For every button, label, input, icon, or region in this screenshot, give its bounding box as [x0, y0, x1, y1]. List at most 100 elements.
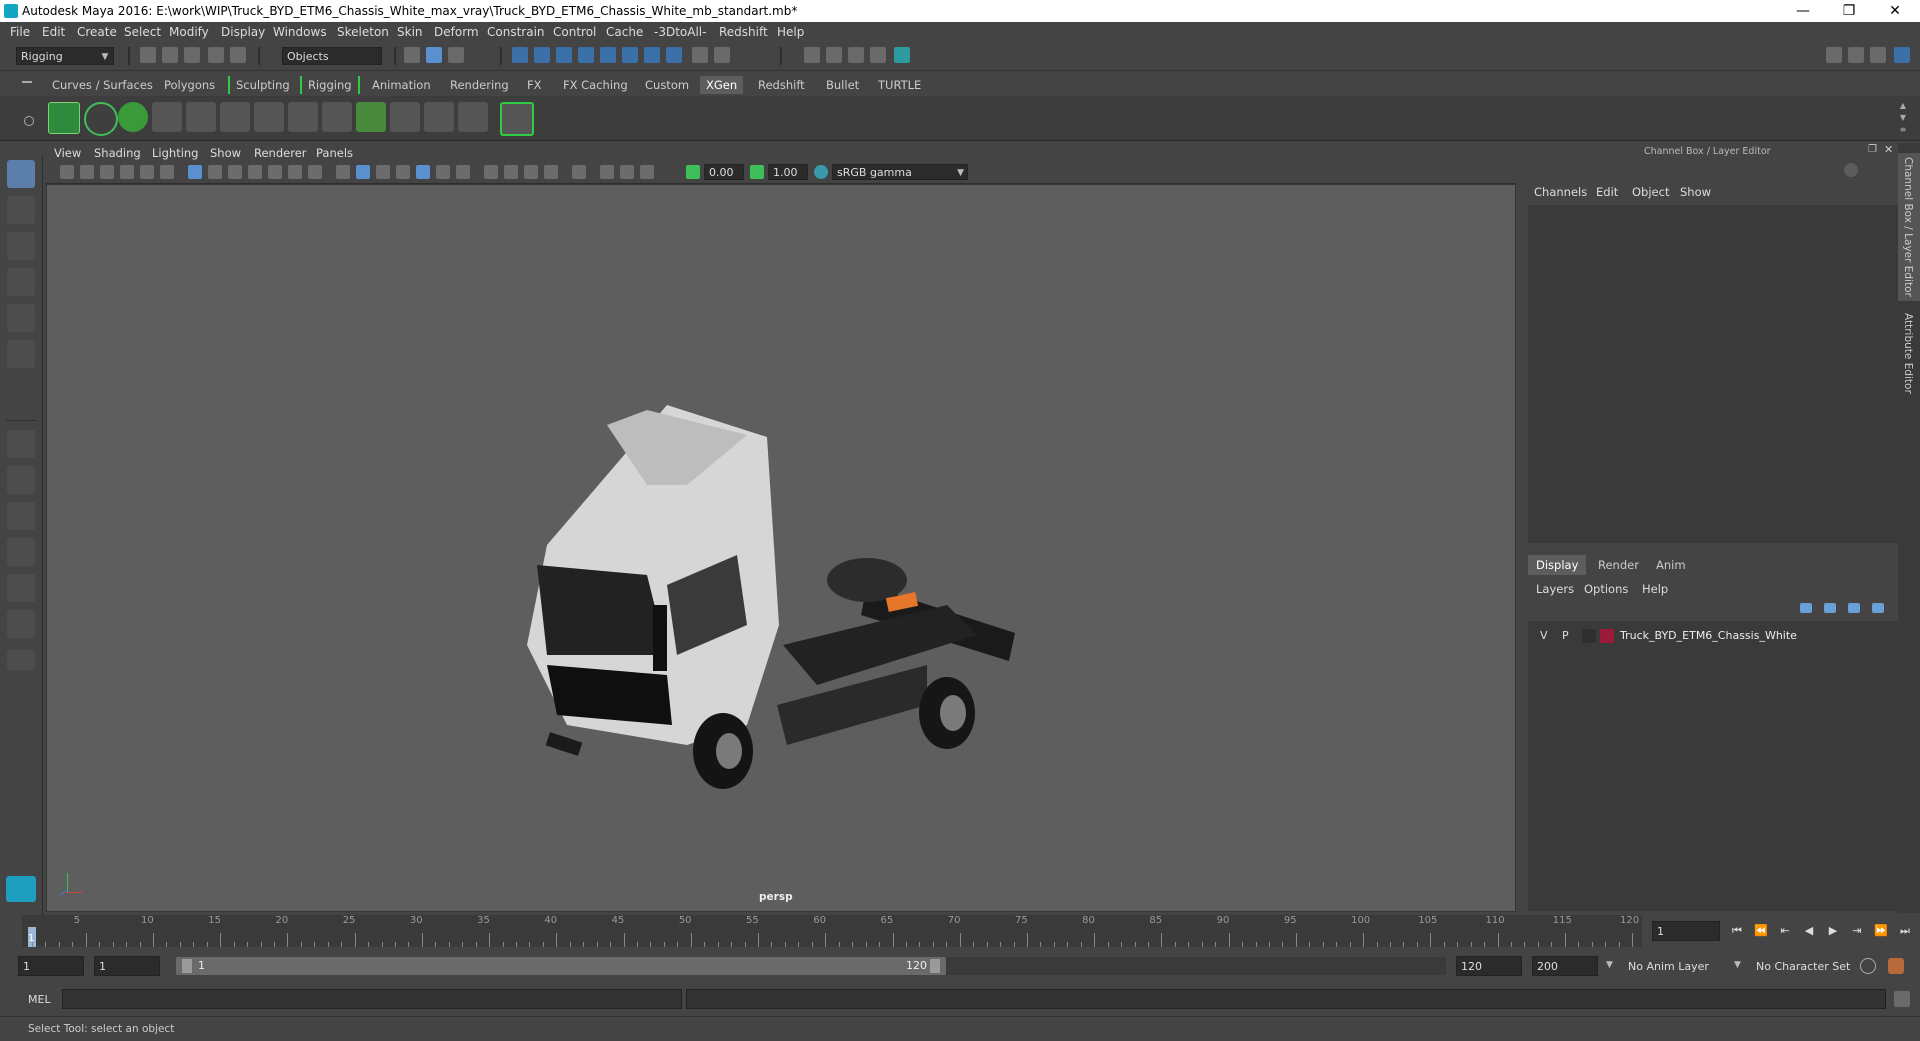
script-editor-icon[interactable]	[1894, 991, 1910, 1007]
menu-control[interactable]: Control	[553, 25, 596, 39]
tab-curves-surfaces[interactable]: Curves / Surfaces	[46, 76, 159, 94]
workspace-icon[interactable]	[1826, 47, 1842, 63]
step-forward-frame-icon[interactable]: ⏩	[1874, 924, 1888, 938]
menu-constrain[interactable]: Constrain	[487, 25, 545, 39]
menu-redshift[interactable]: Redshift	[719, 25, 768, 39]
grease-pencil-icon[interactable]	[160, 165, 174, 179]
go-to-start-icon[interactable]: ⏮	[1730, 924, 1744, 938]
menu-skin[interactable]: Skin	[397, 25, 423, 39]
shelf-options-icon[interactable]	[24, 116, 34, 126]
step-back-frame-icon[interactable]: ⏪	[1754, 924, 1768, 938]
new-layer-from-selected-icon[interactable]	[1872, 603, 1884, 613]
select-object-icon[interactable]	[426, 47, 442, 63]
show-menu[interactable]: Show	[1680, 185, 1711, 199]
tab-custom[interactable]: Custom	[639, 76, 695, 94]
persp-graph-layout-icon[interactable]	[7, 538, 35, 566]
tab-sculpting[interactable]: Sculpting	[228, 76, 296, 94]
playback-end-field[interactable]: 120	[1456, 956, 1522, 976]
xgen-lock-icon[interactable]	[288, 102, 318, 132]
shadows-icon[interactable]	[456, 165, 470, 179]
sidebar-tab-channel-box[interactable]: Channel Box / Layer Editor	[1902, 157, 1914, 297]
layer-visibility-toggle[interactable]: V	[1540, 629, 1548, 642]
menu-deform[interactable]: Deform	[434, 25, 479, 39]
go-to-end-icon[interactable]: ⏭	[1898, 924, 1912, 938]
layout-menu-icon[interactable]	[7, 650, 35, 670]
select-tool-icon[interactable]	[7, 160, 35, 188]
menu-help[interactable]: Help	[777, 25, 804, 39]
chevron-down-icon[interactable]: ▼	[1606, 960, 1613, 970]
xgen-guide-move-icon[interactable]	[220, 102, 250, 132]
playback-start-field[interactable]: 1	[94, 956, 160, 976]
snap-live-icon[interactable]	[644, 47, 660, 63]
chevron-down-icon[interactable]: ▼	[1734, 960, 1741, 970]
xray-active-icon[interactable]	[620, 165, 634, 179]
viewport-menu-renderer[interactable]: Renderer	[254, 146, 307, 160]
xgen-layers-icon[interactable]	[356, 102, 386, 132]
layer-tab-anim[interactable]: Anim	[1648, 555, 1694, 575]
wireframe-on-shaded-icon[interactable]	[396, 165, 410, 179]
menu-3dtoall[interactable]: -3DtoAll-	[654, 25, 706, 39]
xgen-guides-icon[interactable]	[152, 102, 182, 132]
hypershade-icon[interactable]	[894, 47, 910, 63]
range-end-handle[interactable]	[930, 959, 940, 973]
tab-rendering[interactable]: Rendering	[444, 76, 515, 94]
colorspace-dropdown[interactable]: sRGB gamma ▼	[832, 164, 968, 180]
history-icon[interactable]	[666, 47, 682, 63]
layer-name[interactable]: Truck_BYD_ETM6_Chassis_White	[1620, 629, 1797, 642]
bookmark-icon[interactable]	[100, 165, 114, 179]
close-panel-icon[interactable]: ✕	[1884, 143, 1893, 156]
gamma-icon[interactable]	[750, 165, 764, 179]
character-set-dropdown[interactable]: No Character Set	[1756, 960, 1850, 973]
layer-tab-render[interactable]: Render	[1590, 555, 1647, 575]
select-hierarchy-icon[interactable]	[404, 47, 420, 63]
menu-select[interactable]: Select	[124, 25, 161, 39]
perspective-viewport[interactable]: persp	[46, 184, 1516, 912]
layer-row[interactable]: V P Truck_BYD_ETM6_Chassis_White	[1534, 627, 1894, 645]
safe-action-icon[interactable]	[288, 165, 302, 179]
scale-tool-icon[interactable]	[7, 340, 35, 368]
modeling-toolkit-icon[interactable]	[1894, 47, 1910, 63]
render-frame-icon[interactable]	[826, 47, 842, 63]
wireframe-icon[interactable]	[336, 165, 350, 179]
camera-attributes-icon[interactable]	[80, 165, 94, 179]
shelf-scroll-arrows-icon[interactable]: ▲ ▼ ≡	[1898, 100, 1908, 136]
input-ops-icon[interactable]	[714, 47, 730, 63]
auto-key-icon[interactable]	[1860, 958, 1876, 974]
custom-layout-icon[interactable]	[7, 610, 35, 638]
xgen-description-icon[interactable]	[118, 102, 148, 132]
current-frame-field[interactable]: 1	[1652, 921, 1720, 941]
textured-icon[interactable]	[416, 165, 430, 179]
toggle-layout-icon[interactable]	[1848, 47, 1864, 63]
layer-color-swatch[interactable]	[1600, 629, 1614, 643]
menu-create[interactable]: Create	[77, 25, 117, 39]
snap-point-icon[interactable]	[556, 47, 572, 63]
image-plane-icon[interactable]	[120, 165, 134, 179]
2d-pan-zoom-icon[interactable]	[140, 165, 154, 179]
snap-curve-icon[interactable]	[534, 47, 550, 63]
time-slider[interactable]: 1 5 10 15 20 25 30 35 40 45 50 55 60 65 70 75 80 85 90 95 1…	[22, 915, 1642, 947]
undo-icon[interactable]	[208, 47, 224, 63]
exposure-icon[interactable]	[686, 165, 700, 179]
snap-grid-icon[interactable]	[512, 47, 528, 63]
select-component-icon[interactable]	[448, 47, 464, 63]
minimize-button[interactable]: —	[1780, 0, 1826, 22]
xray-icon[interactable]	[600, 165, 614, 179]
channels-menu[interactable]: Channels	[1534, 185, 1587, 199]
tab-polygons[interactable]: Polygons	[158, 76, 221, 94]
xgen-sculpt-guides-icon[interactable]	[322, 102, 352, 132]
persp-outliner-layout-icon[interactable]	[7, 502, 35, 530]
xgen-guide-length-icon[interactable]	[254, 102, 284, 132]
help-menu[interactable]: Help	[1642, 582, 1668, 596]
range-start-handle[interactable]	[182, 959, 192, 973]
menu-file[interactable]: File	[10, 25, 30, 39]
outliner-icon[interactable]	[1870, 47, 1886, 63]
persp-hypershade-layout-icon[interactable]	[7, 574, 35, 602]
viewport-menu-view[interactable]: View	[54, 146, 81, 160]
move-layer-up-icon[interactable]	[1800, 603, 1812, 613]
ipr-render-icon[interactable]	[848, 47, 864, 63]
gate-mask-icon[interactable]	[248, 165, 262, 179]
smooth-shade-icon[interactable]	[356, 165, 370, 179]
resolution-gate-icon[interactable]	[228, 165, 242, 179]
open-scene-icon[interactable]	[162, 47, 178, 63]
xgen-bend-icon[interactable]	[390, 102, 420, 132]
